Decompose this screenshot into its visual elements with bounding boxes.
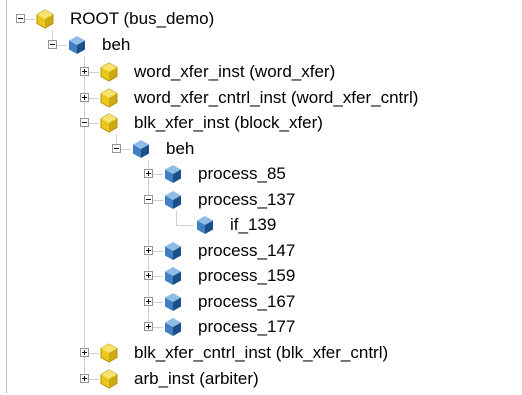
yellow-hexagon-icon-graphic: [100, 62, 118, 82]
yellow-hexagon-icon: [99, 342, 119, 364]
expand-toggle[interactable]: [144, 246, 153, 255]
design-hierarchy-tree: ROOT (bus_demo) beh word_xfer_inst (word_x…: [0, 0, 522, 393]
blue-cube-icon-graphic: [197, 216, 213, 234]
blue-cube-icon: [163, 265, 183, 287]
yellow-hexagon-icon: [99, 368, 119, 390]
blue-cube-icon: [163, 163, 183, 185]
tree-node-label[interactable]: beh: [166, 138, 194, 160]
collapse-toggle[interactable]: [144, 195, 153, 204]
tree-node-label[interactable]: ROOT (bus_demo): [70, 8, 214, 30]
tree-node-label[interactable]: process_85: [198, 163, 286, 185]
tree-node-label[interactable]: arb_inst (arbiter): [134, 368, 259, 390]
expand-toggle[interactable]: [144, 271, 153, 280]
expand-toggle[interactable]: [80, 374, 89, 383]
yellow-hexagon-icon-graphic: [100, 88, 118, 108]
blue-cube-icon-graphic: [165, 191, 181, 209]
blue-cube-icon-graphic: [165, 318, 181, 336]
tree-node-label[interactable]: word_xfer_cntrl_inst (word_xfer_cntrl): [134, 87, 418, 109]
tree-node-label[interactable]: process_159: [198, 265, 295, 287]
tree-node-label[interactable]: process_137: [198, 189, 295, 211]
expand-toggle[interactable]: [80, 93, 89, 102]
collapse-toggle[interactable]: [48, 40, 57, 49]
tree-node-label[interactable]: process_147: [198, 240, 295, 262]
expand-toggle[interactable]: [80, 67, 89, 76]
collapse-toggle[interactable]: [16, 14, 25, 23]
blue-cube-icon: [163, 240, 183, 262]
blue-cube-icon-graphic: [165, 267, 181, 285]
expand-toggle[interactable]: [144, 169, 153, 178]
blue-cube-icon: [195, 214, 215, 236]
tree-node-label[interactable]: beh: [102, 34, 130, 56]
tree-node-label[interactable]: if_139: [230, 214, 276, 236]
blue-cube-icon: [163, 291, 183, 313]
yellow-hexagon-icon-graphic: [100, 113, 118, 133]
tree-node-label[interactable]: process_177: [198, 316, 295, 338]
tree-node-label[interactable]: blk_xfer_inst (block_xfer): [134, 112, 323, 134]
yellow-hexagon-icon: [99, 61, 119, 83]
yellow-hexagon-icon-graphic: [100, 343, 118, 363]
expand-toggle[interactable]: [144, 322, 153, 331]
blue-cube-icon: [163, 316, 183, 338]
blue-cube-icon-graphic: [165, 293, 181, 311]
blue-cube-icon: [163, 189, 183, 211]
expand-toggle[interactable]: [80, 348, 89, 357]
blue-cube-icon-graphic: [165, 242, 181, 260]
yellow-hexagon-icon-graphic: [100, 369, 118, 389]
blue-cube-icon: [67, 34, 87, 56]
yellow-hexagon-icon-graphic: [36, 9, 54, 29]
blue-cube-icon: [131, 138, 151, 160]
yellow-hexagon-icon: [99, 112, 119, 134]
tree-node-label[interactable]: word_xfer_inst (word_xfer): [134, 61, 335, 83]
expand-toggle[interactable]: [144, 297, 153, 306]
yellow-hexagon-icon: [99, 87, 119, 109]
blue-cube-icon-graphic: [165, 165, 181, 183]
collapse-toggle[interactable]: [112, 144, 121, 153]
blue-cube-icon-graphic: [69, 36, 85, 54]
tree-node-label[interactable]: process_167: [198, 291, 295, 313]
yellow-hexagon-icon: [35, 8, 55, 30]
blue-cube-icon-graphic: [133, 140, 149, 158]
tree-node-label[interactable]: blk_xfer_cntrl_inst (blk_xfer_cntrl): [134, 342, 388, 364]
collapse-toggle[interactable]: [80, 118, 89, 127]
